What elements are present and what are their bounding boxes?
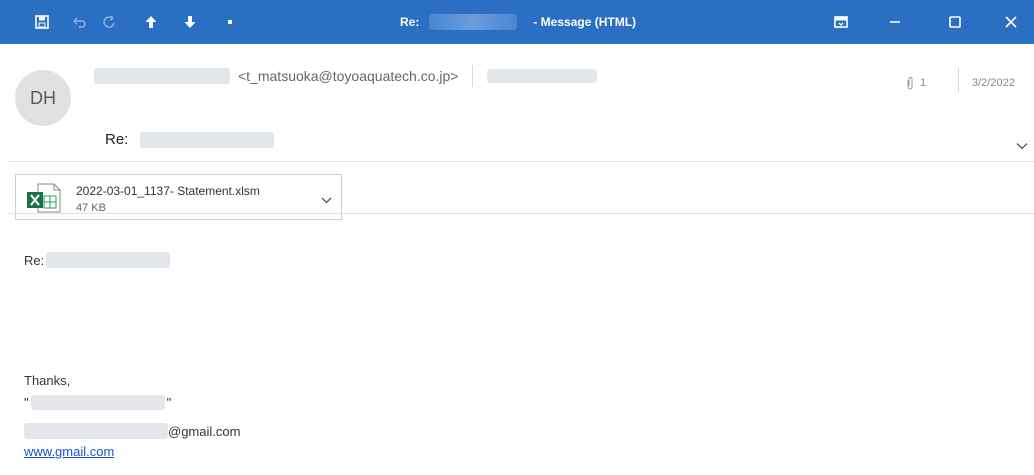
- redacted-sender-name: [94, 68, 230, 84]
- attachment-count: 1: [906, 76, 926, 90]
- separator: [958, 68, 959, 92]
- title-prefix: Re:: [400, 15, 420, 29]
- attachment-count-value: 1: [920, 77, 927, 89]
- body-closing: Thanks,: [24, 373, 71, 388]
- title-suffix: - Message (HTML): [533, 15, 637, 29]
- minimize-icon[interactable]: [872, 0, 918, 44]
- maximize-icon[interactable]: [932, 0, 978, 44]
- redacted-name: [30, 395, 165, 410]
- separator: [472, 65, 474, 87]
- greeting-text: Re:: [24, 252, 45, 268]
- redacted-recipient: [487, 69, 598, 83]
- avatar: DH: [15, 70, 71, 126]
- redo-icon[interactable]: [99, 0, 119, 44]
- up-arrow-icon[interactable]: [141, 0, 161, 44]
- chevron-down-icon: [321, 197, 332, 204]
- quote-close: ": [166, 395, 172, 410]
- window-title: Re: - Message (HTML): [400, 0, 636, 44]
- email-suffix: @gmail.com: [168, 423, 241, 439]
- signature-link[interactable]: www.gmail.com: [24, 444, 114, 459]
- undo-icon[interactable]: [70, 0, 90, 44]
- attachment-filename: 2022-03-01_1137- Statement.xlsm: [76, 184, 260, 198]
- header-divider: [8, 161, 1034, 162]
- subject-line: Re:: [105, 131, 275, 148]
- attachment-divider: [8, 213, 1034, 214]
- paperclip-icon: [907, 77, 913, 90]
- quote-open: ": [24, 395, 29, 410]
- sender-line[interactable]: <t_matsuoka@toyoaquatech.co.jp>: [94, 65, 598, 87]
- body-signature-email: @gmail.com: [24, 423, 240, 439]
- save-icon[interactable]: [32, 0, 52, 44]
- down-arrow-icon[interactable]: [180, 0, 200, 44]
- redacted-email-user: [24, 423, 168, 439]
- attachment-menu-button[interactable]: [321, 191, 332, 209]
- close-icon[interactable]: [988, 0, 1034, 44]
- body-greeting: Re:: [24, 252, 171, 268]
- redacted-subject: [429, 14, 518, 30]
- sender-email: <t_matsuoka@toyoaquatech.co.jp>: [238, 68, 459, 84]
- expand-header-button[interactable]: [1016, 137, 1028, 155]
- chevron-down-icon: [1016, 143, 1028, 150]
- date: 3/2/2022: [972, 77, 1015, 89]
- subject-prefix: Re:: [105, 131, 129, 148]
- redacted-text: [46, 252, 171, 268]
- body-signature-name: " ": [24, 395, 171, 410]
- avatar-initials: DH: [30, 87, 56, 108]
- ribbon-display-icon[interactable]: [818, 0, 864, 44]
- customize-menu-icon[interactable]: [220, 0, 240, 44]
- redacted-subject: [140, 131, 275, 148]
- title-bar: Re: - Message (HTML): [0, 0, 1034, 44]
